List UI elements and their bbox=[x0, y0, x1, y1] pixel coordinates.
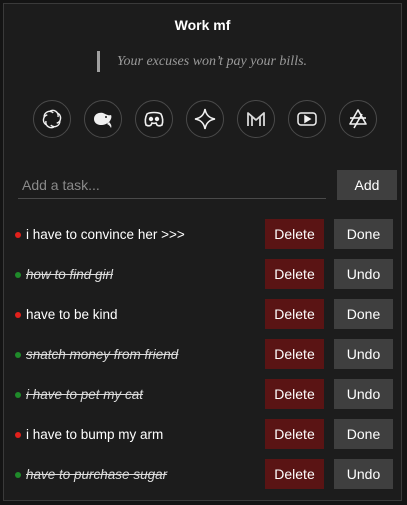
task-text: i have to convince her >>> bbox=[26, 227, 185, 242]
status-dot bbox=[15, 272, 21, 278]
delete-button[interactable]: Delete bbox=[265, 419, 324, 449]
status-dot bbox=[15, 432, 21, 438]
task-text: have to purchase sugar bbox=[26, 467, 168, 482]
status-dot bbox=[15, 312, 21, 318]
task-row: how to find girl Delete Undo bbox=[4, 259, 401, 289]
task-row: i have to pet my cat Delete Undo bbox=[4, 379, 401, 409]
task-row: i have to bump my arm Delete Done bbox=[4, 419, 401, 449]
todo-panel: Work mf Your excuses won’t pay your bill… bbox=[3, 3, 402, 501]
status-dot bbox=[15, 232, 21, 238]
done-button[interactable]: Done bbox=[334, 219, 393, 249]
delete-button[interactable]: Delete bbox=[265, 339, 324, 369]
delete-button[interactable]: Delete bbox=[265, 459, 324, 489]
delete-button[interactable]: Delete bbox=[265, 259, 324, 289]
task-text: have to be kind bbox=[26, 307, 118, 322]
status-dot bbox=[15, 472, 21, 478]
done-button[interactable]: Done bbox=[334, 299, 393, 329]
undo-button[interactable]: Undo bbox=[334, 459, 393, 489]
task-row: snatch money from friend Delete Undo bbox=[4, 339, 401, 369]
status-dot bbox=[15, 352, 21, 358]
deepseek-icon[interactable] bbox=[84, 100, 122, 138]
undo-button[interactable]: Undo bbox=[334, 379, 393, 409]
youtube-icon[interactable] bbox=[288, 100, 326, 138]
add-task-button[interactable]: Add bbox=[337, 170, 397, 200]
status-dot bbox=[15, 392, 21, 398]
task-row: have to be kind Delete Done bbox=[4, 299, 401, 329]
task-row: have to purchase sugar Delete Undo bbox=[4, 459, 401, 489]
task-row: i have to convince her >>> Delete Done bbox=[4, 219, 401, 249]
done-button[interactable]: Done bbox=[334, 419, 393, 449]
task-text: i have to bump my arm bbox=[26, 427, 164, 442]
grok-icon[interactable] bbox=[339, 100, 377, 138]
motivational-quote: Your excuses won’t pay your bills. bbox=[97, 51, 307, 72]
app-title: Work mf bbox=[174, 17, 231, 33]
delete-button[interactable]: Delete bbox=[265, 379, 324, 409]
task-text: snatch money from friend bbox=[26, 347, 179, 362]
undo-button[interactable]: Undo bbox=[334, 259, 393, 289]
delete-button[interactable]: Delete bbox=[265, 299, 324, 329]
delete-button[interactable]: Delete bbox=[265, 219, 324, 249]
discord-icon[interactable] bbox=[135, 100, 173, 138]
shortcut-bar bbox=[4, 100, 401, 140]
chatgpt-icon[interactable] bbox=[33, 100, 71, 138]
gemini-icon[interactable] bbox=[186, 100, 224, 138]
task-input[interactable] bbox=[18, 171, 326, 199]
task-text: i have to pet my cat bbox=[26, 387, 144, 402]
task-text: how to find girl bbox=[26, 267, 114, 282]
undo-button[interactable]: Undo bbox=[334, 339, 393, 369]
gmail-icon[interactable] bbox=[237, 100, 275, 138]
